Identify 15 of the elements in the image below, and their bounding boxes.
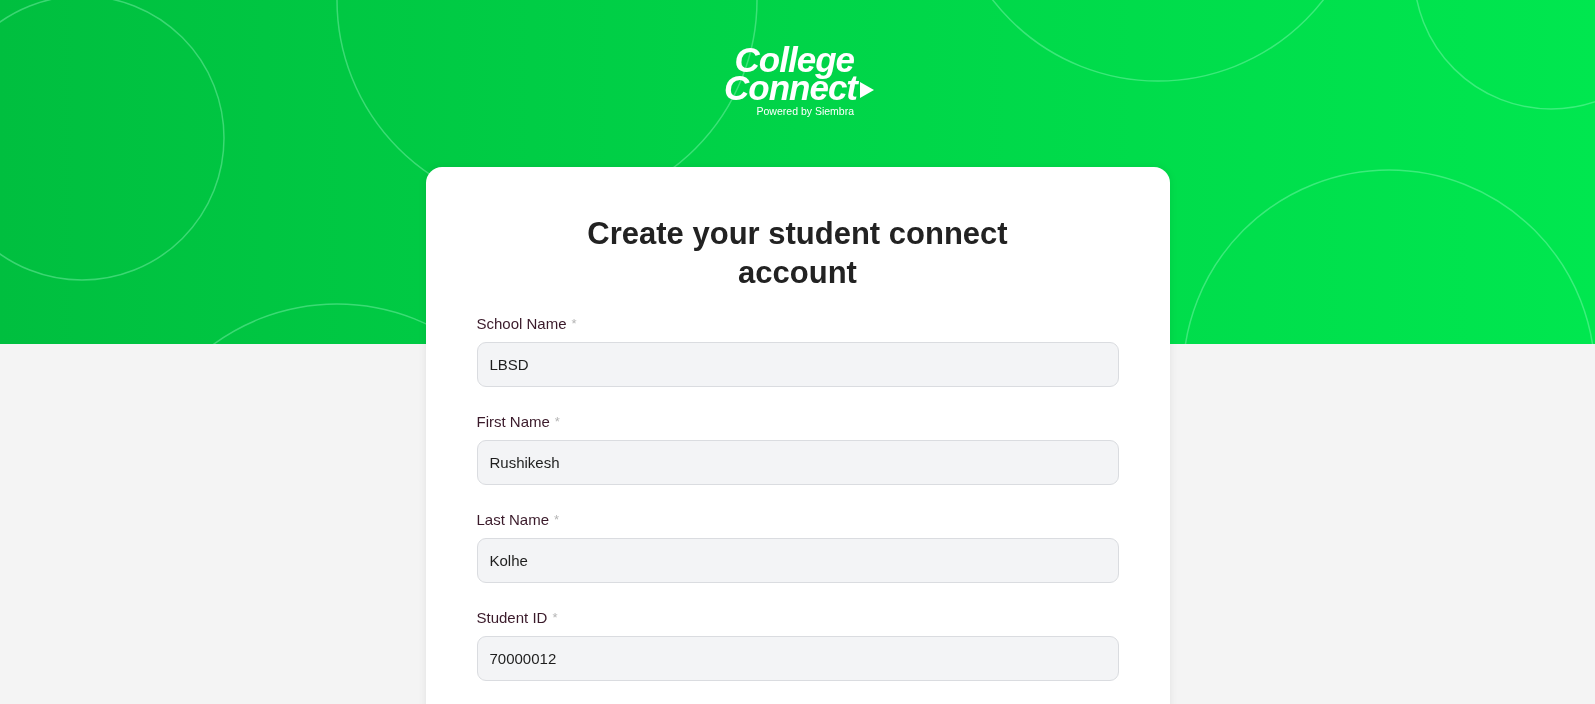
required-asterisk: * [554,413,560,431]
field-label: First Name [476,412,550,432]
required-asterisk: * [554,511,560,529]
required-asterisk: * [571,315,577,333]
form-title: Create your student connect account [586,215,1009,292]
play-triangle-icon [860,82,874,98]
text-field[interactable]: Rushikesh [476,440,1119,485]
field-label: Last Name [476,510,550,530]
logo-tagline: Powered by Siembra [756,105,855,118]
required-asterisk: * [552,609,558,627]
text-field[interactable]: LBSD [476,342,1119,387]
field-label: Student ID [476,608,548,628]
text-field[interactable]: 70000012 [476,636,1119,681]
field-label: School Name [476,314,567,334]
text-field[interactable]: Kolhe [476,538,1119,583]
